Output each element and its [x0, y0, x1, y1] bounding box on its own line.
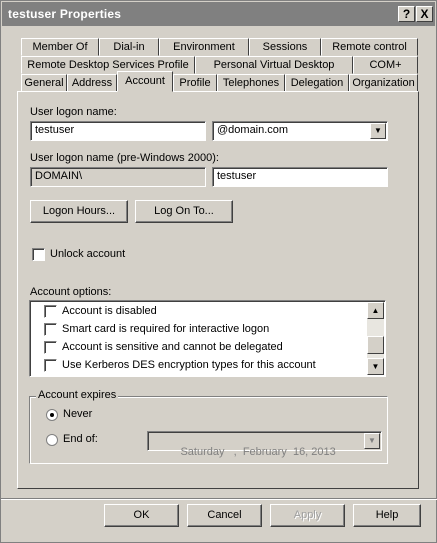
option-disabled-checkbox[interactable]: [44, 305, 57, 318]
help-title-button[interactable]: ?: [398, 6, 415, 22]
end-date-picker: Saturday , February 16, 2013 ▼: [147, 431, 382, 458]
tab-profile[interactable]: Profile: [173, 74, 217, 92]
option-sensitive-checkbox[interactable]: [44, 341, 57, 354]
tab-personal-virtual-desktop[interactable]: Personal Virtual Desktop: [195, 56, 353, 74]
option-label: Account is sensitive and cannot be deleg…: [62, 341, 283, 353]
tab-general[interactable]: General: [21, 74, 67, 92]
end-date-value: Saturday , February 16, 2013: [180, 446, 336, 458]
logon-hours-button[interactable]: Logon Hours...: [30, 200, 128, 223]
scroll-up-icon[interactable]: ▲: [367, 302, 384, 319]
option-kerberos-des-checkbox[interactable]: [44, 359, 57, 372]
scroll-down-icon[interactable]: ▼: [367, 358, 384, 375]
apply-button[interactable]: Apply: [270, 504, 345, 527]
option-label: Account is disabled: [62, 305, 157, 317]
option-label: Use Kerberos DES encryption types for th…: [62, 359, 316, 371]
never-radio[interactable]: [46, 409, 58, 421]
account-tab-panel: User logon name: testuser @domain.com ▼ …: [17, 91, 419, 489]
unlock-account-checkbox[interactable]: [32, 248, 45, 261]
tab-organization[interactable]: Organization: [349, 74, 418, 92]
domain-suffix-select[interactable]: @domain.com ▼: [212, 121, 388, 141]
ok-button[interactable]: OK: [104, 504, 179, 527]
tab-member-of[interactable]: Member Of: [21, 38, 99, 56]
tab-delegation[interactable]: Delegation: [285, 74, 349, 92]
domain-suffix-value: @domain.com: [217, 124, 289, 136]
chevron-down-icon[interactable]: ▼: [370, 123, 386, 139]
logon-name-label: User logon name:: [30, 106, 117, 118]
tab-remote-control[interactable]: Remote control: [321, 38, 418, 56]
account-options-label: Account options:: [30, 286, 112, 298]
end-of-radio[interactable]: [46, 434, 58, 446]
scrollbar-thumb[interactable]: [367, 336, 384, 354]
prewin-user-input[interactable]: testuser: [212, 167, 388, 187]
prewin-domain-field: DOMAIN\: [30, 167, 206, 187]
tab-environment[interactable]: Environment: [159, 38, 249, 56]
radio-selected-dot: [50, 413, 54, 417]
tab-telephones[interactable]: Telephones: [217, 74, 285, 92]
never-label: Never: [63, 408, 93, 420]
options-scrollbar[interactable]: ▲ ▼: [367, 302, 384, 375]
tab-sessions[interactable]: Sessions: [249, 38, 321, 56]
end-of-label: End of:: [63, 433, 98, 445]
account-expires-label: Account expires: [36, 389, 119, 401]
unlock-account-label: Unlock account: [50, 248, 126, 260]
list-item[interactable]: Use Kerberos DES encryption types for th…: [30, 357, 368, 375]
window-title: testuser Properties: [8, 7, 122, 21]
list-item[interactable]: Smart card is required for interactive l…: [30, 321, 368, 339]
tab-address[interactable]: Address: [67, 74, 117, 92]
option-smartcard-checkbox[interactable]: [44, 323, 57, 336]
list-item[interactable]: Account is sensitive and cannot be deleg…: [30, 339, 368, 357]
list-item[interactable]: Account is disabled: [30, 303, 368, 321]
account-options-list[interactable]: Account is disabled Smart card is requir…: [29, 300, 386, 377]
tab-com-plus[interactable]: COM+: [353, 56, 418, 74]
tab-dial-in[interactable]: Dial-in: [99, 38, 159, 56]
tab-account[interactable]: Account: [117, 71, 173, 92]
properties-dialog: testuser Properties ? X Member Of Dial-i…: [0, 0, 437, 543]
close-title-button[interactable]: X: [416, 6, 433, 22]
calendar-dropdown-icon: ▼: [364, 433, 380, 449]
log-on-to-button[interactable]: Log On To...: [135, 200, 233, 223]
prewin-logon-label: User logon name (pre-Windows 2000):: [30, 152, 219, 164]
cancel-button[interactable]: Cancel: [187, 504, 262, 527]
help-button[interactable]: Help: [353, 504, 421, 527]
logon-name-input[interactable]: testuser: [30, 121, 206, 141]
title-bar[interactable]: testuser Properties ? X: [2, 2, 435, 26]
footer-separator: [1, 498, 437, 500]
option-label: Smart card is required for interactive l…: [62, 323, 270, 335]
account-expires-group: Account expires Never End of: Saturday ,…: [29, 389, 388, 464]
